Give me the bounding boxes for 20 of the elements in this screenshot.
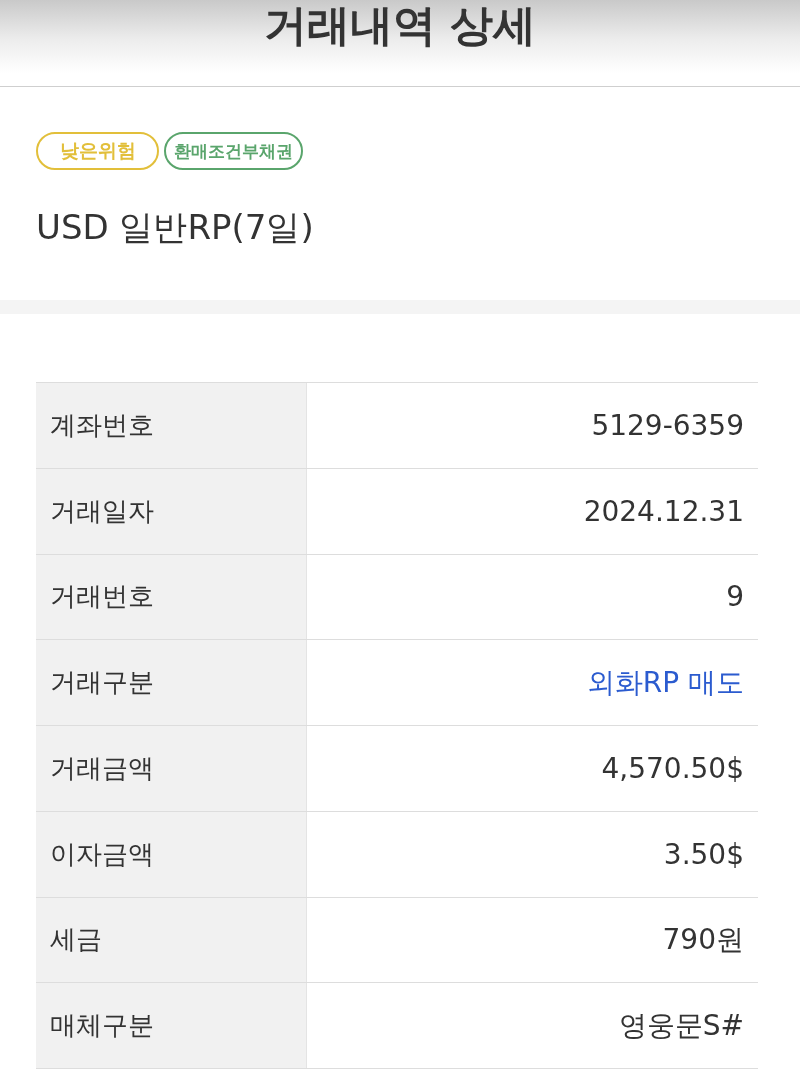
category-badge: 환매조건부채권: [164, 132, 303, 170]
label-cell: 거래일자: [36, 468, 307, 554]
value-cell-text: 9: [725, 579, 745, 616]
label-cell: 계좌번호: [36, 383, 307, 468]
label-cell: 세금: [36, 897, 307, 983]
label-cell: 이자금액: [36, 811, 307, 897]
label-cell: 거래구분: [36, 640, 307, 725]
risk-badge: 낮은위험: [36, 132, 159, 170]
value-cell-text: 790원: [661, 921, 745, 958]
value-cell-text: 5129-6359: [590, 407, 745, 444]
value-cell-text: 4,570.50$: [600, 750, 745, 787]
value-cell-text: 3.50$: [662, 836, 745, 873]
page-title: 거래내역 상세: [263, 0, 537, 49]
value-cell-text: 외화RP 매도: [585, 664, 745, 701]
label-cell: 매체구분: [36, 983, 307, 1068]
label-cell: 거래금액: [36, 726, 307, 811]
value-cell-text: 영웅문S#: [617, 1007, 745, 1044]
value-cell-text: 2024.12.31: [582, 493, 745, 530]
product-name: USD 일반RP(7일): [36, 206, 314, 248]
label-cell: 거래번호: [36, 554, 307, 640]
